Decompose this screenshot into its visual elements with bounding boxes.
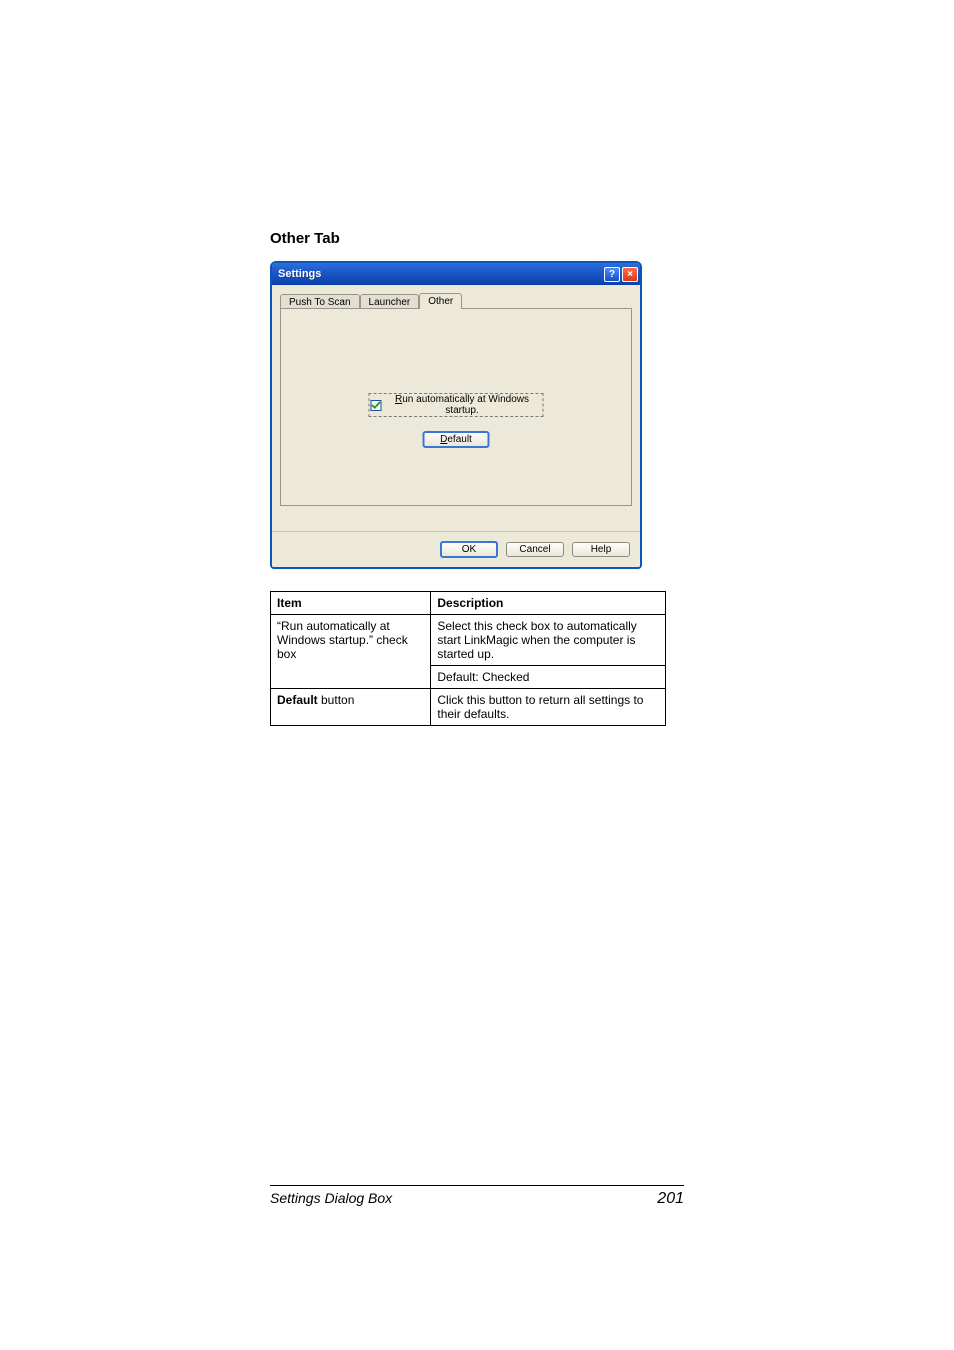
run-at-startup-label: Run automatically at Windows startup. xyxy=(385,394,540,416)
dialog-footer: OK Cancel Help xyxy=(272,531,640,567)
ok-button[interactable]: OK xyxy=(440,541,498,558)
dialog-titlebar: Settings ? × xyxy=(272,263,640,285)
page: Other Tab Settings ? × Push To Scan Laun… xyxy=(0,0,954,1350)
col-description: Description xyxy=(431,592,666,615)
other-tab-content: Run automatically at Windows startup. De… xyxy=(369,393,544,448)
settings-dialog: Settings ? × Push To Scan Launcher Other… xyxy=(270,261,642,569)
table-row: “Run automatically at Windows startup.” … xyxy=(271,615,666,666)
default-button[interactable]: Default xyxy=(422,431,490,448)
cell-desc-extra: Default: Checked xyxy=(431,666,666,689)
check-icon xyxy=(371,400,382,411)
cell-item: Default button xyxy=(271,689,431,726)
table-row: Default button Click this button to retu… xyxy=(271,689,666,726)
tab-panel-other: Run automatically at Windows startup. De… xyxy=(280,308,632,506)
tab-other[interactable]: Other xyxy=(419,293,462,309)
col-item: Item xyxy=(271,592,431,615)
tab-strip: Push To Scan Launcher Other xyxy=(280,293,632,309)
help-button[interactable]: Help xyxy=(572,542,630,557)
cell-desc: Select this check box to automatically s… xyxy=(431,615,666,666)
page-number: 201 xyxy=(657,1190,684,1208)
cell-desc: Click this button to return all settings… xyxy=(431,689,666,726)
help-icon[interactable]: ? xyxy=(604,267,620,282)
description-table: Item Description “Run automatically at W… xyxy=(270,591,666,726)
footer-title: Settings Dialog Box xyxy=(270,1190,392,1206)
section-heading: Other Tab xyxy=(270,230,684,247)
close-icon[interactable]: × xyxy=(622,267,638,282)
dialog-client: Push To Scan Launcher Other Run automati… xyxy=(272,285,640,531)
cancel-button[interactable]: Cancel xyxy=(506,542,564,557)
table-header-row: Item Description xyxy=(271,592,666,615)
page-footer: Settings Dialog Box 201 xyxy=(270,1185,684,1208)
footer-rule xyxy=(270,1185,684,1186)
dialog-title: Settings xyxy=(278,268,602,280)
run-at-startup-checkbox[interactable]: Run automatically at Windows startup. xyxy=(369,393,544,417)
cell-item: “Run automatically at Windows startup.” … xyxy=(271,615,431,689)
